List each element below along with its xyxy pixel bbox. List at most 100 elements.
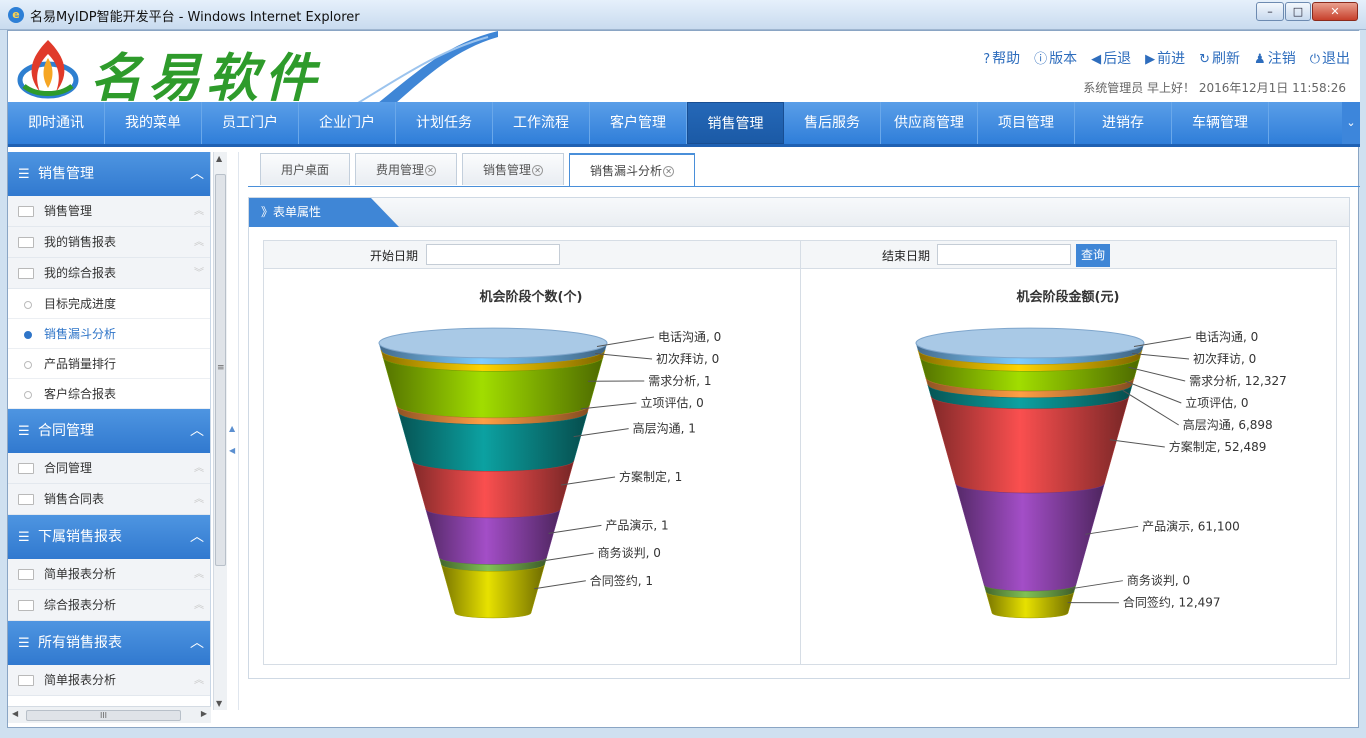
data-label: 产品演示, 1 xyxy=(605,517,668,532)
scroll-left-icon[interactable]: ◀ xyxy=(12,709,18,718)
sidebar-subitem[interactable]: 客户综合报表 xyxy=(8,379,210,409)
sidebar-subitem-label: 销售漏斗分析 xyxy=(44,327,117,341)
data-label: 初次拜访, 0 xyxy=(1193,352,1256,366)
main-nav: 即时通讯 我的菜单 员工门户 企业门户 计划任务 工作流程 客户管理 销售管理 售后服务 供应商管… xyxy=(8,102,1360,147)
maximize-button[interactable]: □ xyxy=(1285,2,1311,21)
toplink-help[interactable]: ? 帮助 xyxy=(983,48,1020,68)
sidebar-group-header[interactable]: ☰ 合同管理 ︿ xyxy=(8,409,210,453)
chevron-up-icon: ︽ xyxy=(194,494,204,505)
toplink-label: 退出 xyxy=(1322,51,1350,67)
chevron-up-icon[interactable]: ︿ xyxy=(190,152,204,196)
panel-title: 》表单属性 xyxy=(249,198,399,227)
data-label: 需求分析, 12,327 xyxy=(1189,374,1287,388)
nav-item-2[interactable]: 员工门户 xyxy=(202,102,299,144)
nav-item-9[interactable]: 供应商管理 xyxy=(881,102,978,144)
chevron-up-icon[interactable]: ︿ xyxy=(190,621,204,665)
nav-item-6[interactable]: 客户管理 xyxy=(590,102,687,144)
tab-label: 用户桌面 xyxy=(281,163,330,177)
close-tab-icon[interactable]: ✕ xyxy=(532,165,544,176)
nav-item-3[interactable]: 企业门户 xyxy=(299,102,396,144)
close-window-button[interactable]: ✕ xyxy=(1312,2,1358,21)
label-leader-line xyxy=(548,524,602,534)
label-leader-line xyxy=(1132,353,1190,360)
query-button[interactable]: 查询 xyxy=(1076,244,1110,267)
tab-2[interactable]: 销售管理 ✕ xyxy=(462,153,565,185)
nav-item-5[interactable]: 工作流程 xyxy=(493,102,590,144)
toplink-power[interactable]: ⏻ 退出 xyxy=(1310,48,1350,68)
scroll-down-icon[interactable]: ▼ xyxy=(216,699,222,708)
sidebar-vertical-scrollbar[interactable]: ▲ ≡ ▼ xyxy=(213,152,227,710)
sidebar-subitem[interactable]: 目标完成进度 xyxy=(8,289,210,319)
toplink-refresh[interactable]: ↻ 刷新 xyxy=(1199,48,1240,68)
sidebar-item[interactable]: 我的销售报表 ︽ xyxy=(8,227,210,258)
sidebar-item[interactable]: 销售合同表 ︽ xyxy=(8,484,210,515)
sidebar-item[interactable]: 综合报表分析 ︽ xyxy=(8,590,210,621)
tab-label: 费用管理 xyxy=(376,163,425,177)
sidebar-item[interactable]: 简单报表分析 ︽ xyxy=(8,665,210,696)
toplink-forward[interactable]: ▶ 前进 xyxy=(1145,48,1185,68)
minimize-button[interactable]: – xyxy=(1256,2,1284,21)
radio-dot-icon xyxy=(24,330,32,339)
funnel-segment xyxy=(955,483,1105,592)
end-date-input[interactable] xyxy=(937,244,1071,265)
back-icon: ◀ xyxy=(1091,52,1102,67)
nav-item-1[interactable]: 我的菜单 xyxy=(105,102,202,144)
label-leader-line xyxy=(1128,366,1186,382)
toplink-label: 版本 xyxy=(1049,51,1078,67)
folder-icon xyxy=(18,206,34,217)
toplink-info[interactable]: ⓘ 版本 xyxy=(1034,48,1077,68)
sidebar-group-label: 合同管理 xyxy=(38,423,94,439)
data-label: 初次拜访, 0 xyxy=(656,352,719,366)
toplink-back[interactable]: ◀ 后退 xyxy=(1091,48,1131,68)
window-title: 名易MyIDP智能开发平台 - Windows Internet Explore… xyxy=(30,10,360,25)
sidebar-item[interactable]: 简单报表分析 ︽ xyxy=(8,559,210,590)
sidebar-horizontal-scrollbar[interactable]: ◀ III ▶ xyxy=(8,706,211,723)
sidebar-splitter[interactable]: ▲ ◀ xyxy=(227,152,239,710)
funnel-chart-amount: 机会阶段金额(元) 电话沟通, 0 初次拜访, 0 需求分析, 12,327 立项评估,… xyxy=(915,289,1287,619)
nav-more-icon[interactable]: ⌄ xyxy=(1342,102,1360,144)
sidebar-group-label: 销售管理 xyxy=(38,166,94,182)
close-tab-icon[interactable]: ✕ xyxy=(663,166,675,177)
nav-item-10[interactable]: 项目管理 xyxy=(978,102,1075,144)
nav-item-11[interactable]: 进销存 xyxy=(1075,102,1172,144)
sidebar-item[interactable]: 我的综合报表 ︾ xyxy=(8,258,210,289)
chevron-up-icon[interactable]: ︿ xyxy=(190,409,204,453)
sidebar-item[interactable]: 销售管理 ︽ xyxy=(8,196,210,227)
sidebar-group-header[interactable]: ☰ 销售管理 ︿ xyxy=(8,152,210,196)
tab-3[interactable]: 销售漏斗分析 ✕ xyxy=(569,153,696,187)
sidebar-group-header[interactable]: ☰ 下属销售报表 ︿ xyxy=(8,515,210,559)
data-label: 产品演示, 61,100 xyxy=(1142,518,1240,533)
toplink-user[interactable]: ♟ 注销 xyxy=(1254,48,1296,68)
chevron-up-icon[interactable]: ︿ xyxy=(190,515,204,559)
browser-title-bar: e 名易MyIDP智能开发平台 - Windows Internet Explo… xyxy=(0,0,1366,30)
start-date-input[interactable] xyxy=(426,244,560,265)
scroll-right-icon[interactable]: ▶ xyxy=(201,709,207,718)
nav-item-4[interactable]: 计划任务 xyxy=(396,102,493,144)
radio-dot-icon xyxy=(24,360,32,369)
nav-item-0[interactable]: 即时通讯 xyxy=(8,102,105,144)
collapse-left-icon[interactable]: ◀ xyxy=(229,446,235,455)
nav-item-8[interactable]: 售后服务 xyxy=(784,102,881,144)
hscroll-thumb[interactable]: III xyxy=(26,710,181,721)
radio-dot-icon xyxy=(24,390,32,399)
sidebar-item[interactable]: 合同管理 ︽ xyxy=(8,453,210,484)
scroll-up-icon[interactable]: ▲ xyxy=(216,154,222,163)
close-tab-icon[interactable]: ✕ xyxy=(425,165,437,176)
scrollbar-thumb[interactable]: ≡ xyxy=(215,174,226,566)
tab-1[interactable]: 费用管理 ✕ xyxy=(355,153,458,185)
data-label: 高层沟通, 1 xyxy=(633,421,696,436)
header-swoosh xyxy=(357,31,498,103)
data-label: 高层沟通, 6,898 xyxy=(1183,417,1273,432)
tab-0[interactable]: 用户桌面 xyxy=(260,153,351,185)
tab-strip: 用户桌面 费用管理 ✕ 销售管理 ✕ 销售漏斗分析 ✕ xyxy=(260,153,700,187)
folder-icon xyxy=(18,268,34,279)
nav-item-7[interactable]: 销售管理 xyxy=(687,102,784,144)
sidebar-subitem[interactable]: 销售漏斗分析 xyxy=(8,319,210,349)
data-label: 电话沟通, 0 xyxy=(658,330,721,344)
nav-item-12[interactable]: 车辆管理 xyxy=(1172,102,1269,144)
sidebar-subitem[interactable]: 产品销量排行 xyxy=(8,349,210,379)
sidebar-group-header[interactable]: ☰ 所有销售报表 ︿ xyxy=(8,621,210,665)
collapse-up-icon[interactable]: ▲ xyxy=(229,424,235,433)
chevron-up-icon: ︽ xyxy=(194,206,204,217)
form-panel: 》表单属性 开始日期 结束日期 查询 机会阶段个数(个) 电话沟通, 0 初次拜访,… xyxy=(248,197,1350,679)
